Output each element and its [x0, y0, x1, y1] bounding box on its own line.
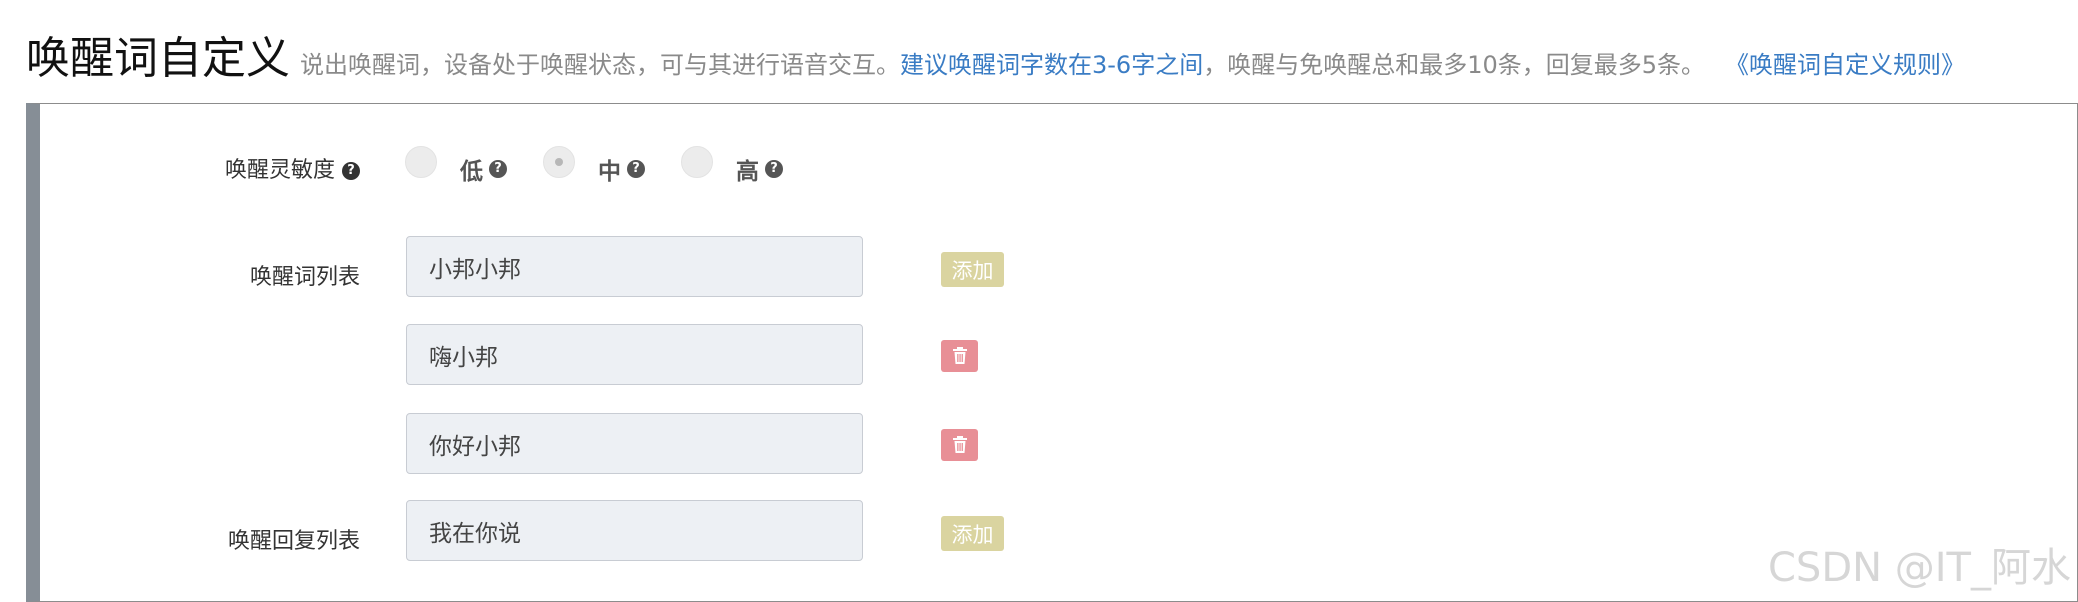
add-wake-word-button[interactable]: 添加	[941, 252, 1004, 287]
sensitivity-medium-label: 中	[598, 159, 621, 185]
question-circle-icon[interactable]: ?	[342, 162, 360, 180]
sensitivity-option-low[interactable]: 低 ?	[460, 152, 507, 186]
page-description: 说出唤醒词，设备处于唤醒状态，可与其进行语音交互。建议唤醒词字数在3-6字之间，…	[300, 45, 1705, 80]
sensitivity-radio-medium[interactable]	[543, 146, 575, 178]
wake-word-input-2[interactable]	[406, 324, 863, 385]
question-circle-icon[interactable]: ?	[489, 160, 507, 178]
rules-link[interactable]: 《唤醒词自定义规则》	[1725, 45, 1965, 80]
sensitivity-row-label: 唤醒灵敏度 ?	[40, 152, 360, 184]
add-reply-button[interactable]: 添加	[941, 516, 1004, 551]
page-header: 唤醒词自定义 说出唤醒词，设备处于唤醒状态，可与其进行语音交互。建议唤醒词字数在…	[26, 22, 1965, 86]
question-circle-icon[interactable]: ?	[627, 160, 645, 178]
description-text: 说出唤醒词，设备处于唤醒状态，可与其进行语音交互。	[300, 51, 900, 79]
reply-input-1[interactable]	[406, 500, 863, 561]
delete-wake-word-button-3[interactable]	[941, 429, 978, 461]
description-highlight: 建议唤醒词字数在3-6字之间	[900, 51, 1204, 79]
delete-wake-word-button-2[interactable]	[941, 340, 978, 372]
sensitivity-label: 唤醒灵敏度	[224, 158, 335, 183]
wake-word-input-1[interactable]	[406, 236, 863, 297]
replies-label: 唤醒回复列表	[227, 529, 360, 554]
sensitivity-option-medium[interactable]: 中 ?	[598, 152, 645, 186]
trash-icon	[952, 347, 967, 364]
sensitivity-high-label: 高	[736, 159, 759, 185]
page-title: 唤醒词自定义	[26, 33, 290, 84]
trash-icon	[952, 436, 967, 453]
question-circle-icon[interactable]: ?	[765, 160, 783, 178]
sensitivity-radio-high[interactable]	[681, 146, 713, 178]
wake-words-label: 唤醒词列表	[249, 265, 360, 290]
settings-card: 唤醒灵敏度 ? 低 ? 中 ? 高 ? 唤醒词列表 添加	[26, 103, 2078, 602]
sensitivity-option-high[interactable]: 高 ?	[736, 152, 783, 186]
sensitivity-low-label: 低	[460, 159, 483, 185]
wake-word-input-3[interactable]	[406, 413, 863, 474]
sensitivity-radio-low[interactable]	[405, 146, 437, 178]
watermark: CSDN @IT_阿水	[1768, 545, 2071, 591]
description-text-limits: ，唤醒与免唤醒总和最多10条，回复最多5条。	[1203, 51, 1706, 79]
page: 唤醒词自定义 说出唤醒词，设备处于唤醒状态，可与其进行语音交互。建议唤醒词字数在…	[0, 0, 2078, 602]
